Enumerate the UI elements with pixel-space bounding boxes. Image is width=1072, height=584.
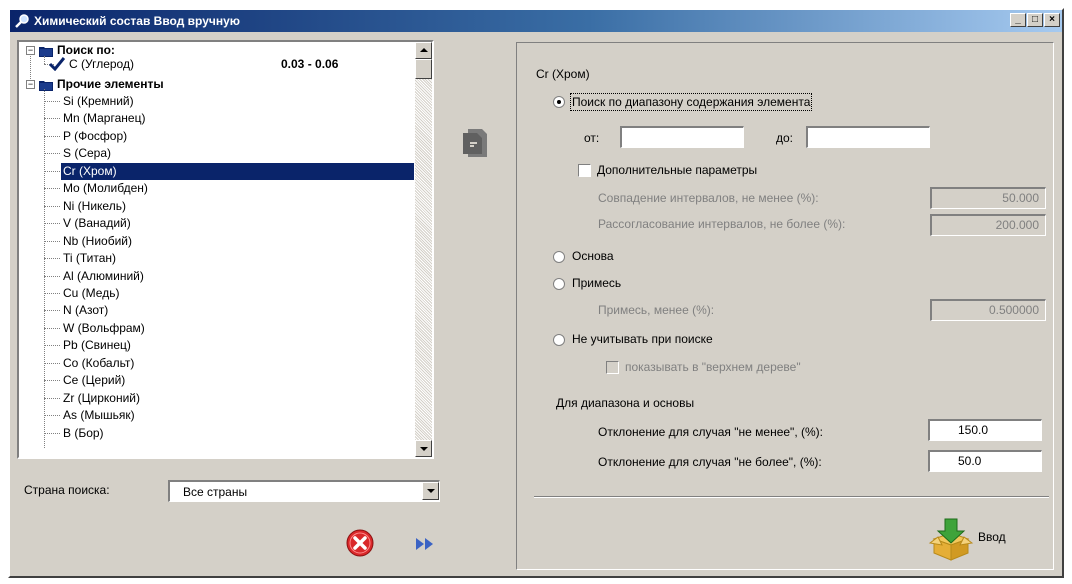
minimize-button[interactable]: _	[1010, 13, 1026, 27]
scroll-thumb[interactable]	[415, 59, 432, 79]
country-select-value: Все страны	[183, 485, 248, 499]
box-arrow-icon	[928, 518, 974, 561]
extra-params-checkbox[interactable]	[578, 164, 591, 177]
country-select[interactable]: Все страны	[168, 480, 440, 502]
folder-icon	[39, 81, 53, 91]
cancel-button[interactable]	[345, 528, 375, 558]
element-title: Cr (Хром)	[536, 67, 590, 81]
document-icon	[463, 129, 487, 157]
impurity-input[interactable]: 0.500000	[930, 299, 1046, 321]
dev-not-less-label: Отклонение для случая "не менее", (%):	[598, 425, 823, 439]
range-search-label[interactable]: Поиск по диапазону содержания элемента	[569, 93, 813, 111]
country-label: Страна поиска:	[24, 483, 110, 497]
title-bar[interactable]: Химический состав Ввод вручную _ □ ×	[10, 10, 1062, 32]
overlap-label: Совпадение интервалов, не менее (%):	[598, 191, 819, 205]
forward-icon[interactable]	[414, 536, 438, 552]
ignore-label[interactable]: Не учитывать при поиске	[572, 332, 713, 346]
impurity-label[interactable]: Примесь	[572, 276, 621, 290]
scroll-down-button[interactable]	[415, 440, 432, 457]
maximize-button[interactable]: □	[1027, 13, 1043, 27]
from-input[interactable]	[620, 126, 744, 148]
impurity-radio[interactable]	[553, 278, 565, 290]
show-top-tree-label: показывать в "верхнем дереве"	[625, 360, 801, 374]
tree-node-element[interactable]: Cr (Хром)	[61, 163, 415, 180]
checkmark-icon	[49, 57, 65, 71]
collapse-icon[interactable]: −	[26, 80, 35, 89]
dev-not-more-label: Отклонение для случая "не более", (%):	[598, 455, 822, 469]
to-input[interactable]	[806, 126, 930, 148]
folder-icon	[39, 47, 53, 57]
show-top-tree-checkbox[interactable]	[606, 361, 619, 374]
mismatch-input[interactable]: 200.000	[930, 214, 1046, 236]
from-label: от:	[584, 131, 600, 145]
dropdown-button[interactable]	[422, 482, 439, 500]
ignore-radio[interactable]	[553, 334, 565, 346]
chevron-down-icon	[427, 489, 435, 493]
overlap-input[interactable]: 50.000	[930, 187, 1046, 209]
tree-scrollbar[interactable]	[414, 42, 432, 457]
enter-button[interactable]: Ввод	[928, 517, 1028, 565]
window-title: Химический состав Ввод вручную	[34, 14, 241, 28]
search-icon	[15, 14, 29, 28]
dev-not-less-input[interactable]: 150.0	[928, 419, 1042, 441]
searched-range-value: 0.03 - 0.06	[281, 57, 339, 71]
collapse-icon[interactable]: −	[26, 46, 35, 55]
range-search-radio[interactable]	[553, 96, 565, 108]
extra-params-label[interactable]: Дополнительные параметры	[597, 163, 757, 177]
impurity-less-label: Примесь, менее (%):	[598, 303, 715, 317]
dev-not-more-input[interactable]: 50.0	[928, 450, 1042, 472]
to-label: до:	[776, 131, 794, 145]
range-base-heading: Для диапазона и основы	[556, 396, 695, 410]
close-button[interactable]: ×	[1044, 13, 1060, 27]
base-label[interactable]: Основа	[572, 249, 614, 263]
enter-label: Ввод	[978, 530, 1006, 544]
base-radio[interactable]	[553, 251, 565, 263]
scroll-up-button[interactable]	[415, 42, 432, 59]
element-tree[interactable]: − Поиск по: C (Углерод) 0.03 - 0.06 − Пр…	[17, 40, 434, 459]
mismatch-label: Рассогласование интервалов, не более (%)…	[598, 217, 846, 231]
panel-divider	[534, 496, 1049, 498]
